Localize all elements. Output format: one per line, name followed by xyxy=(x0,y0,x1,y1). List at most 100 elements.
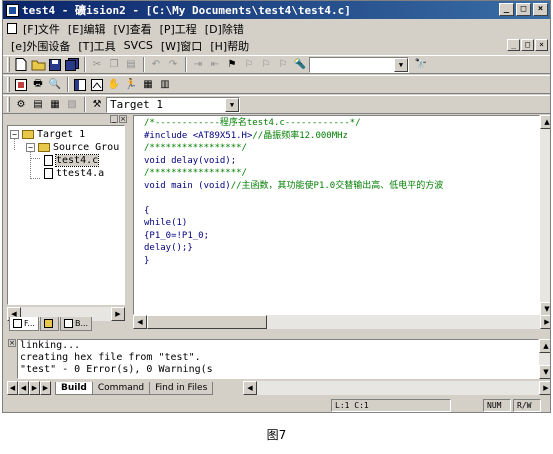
scroll-down-icon[interactable]: ▼ xyxy=(539,365,550,379)
tab-build[interactable]: Build xyxy=(55,381,93,395)
debug-session-icon[interactable] xyxy=(13,77,29,93)
menu-tools[interactable]: [T]工具 xyxy=(74,38,119,54)
unindent-icon[interactable]: ⇤ xyxy=(207,57,223,73)
code-line[interactable]: { xyxy=(144,205,443,218)
menu-edit[interactable]: [E]编辑 xyxy=(64,21,110,37)
code-line[interactable] xyxy=(144,192,443,205)
find-combo[interactable]: ▼ xyxy=(309,56,409,73)
tab-files[interactable]: F... xyxy=(9,317,39,331)
code-line[interactable]: while(1) xyxy=(144,217,443,230)
rebuild-all-icon[interactable]: ▦ xyxy=(47,97,63,113)
scroll-right-icon[interactable]: ▶ xyxy=(540,315,550,329)
tree-item-file[interactable]: ttest4.a xyxy=(44,167,104,180)
stop-build-icon[interactable]: ▧ xyxy=(64,97,80,113)
paste-icon[interactable]: ▤ xyxy=(123,57,139,73)
doc-restore-button[interactable]: □ xyxy=(521,39,534,51)
doc-minimize-button[interactable]: _ xyxy=(507,39,520,51)
cut-icon[interactable]: ✂ xyxy=(89,57,105,73)
tab-next-icon[interactable]: ▶ xyxy=(29,381,40,395)
minimize-button[interactable]: _ xyxy=(499,3,514,16)
doc-close-button[interactable]: × xyxy=(535,39,548,51)
output-window-icon[interactable] xyxy=(89,77,105,93)
menu-peripherals[interactable]: [e]外围设备 xyxy=(7,38,74,54)
close-button[interactable]: × xyxy=(533,3,548,16)
redo-icon[interactable]: ↷ xyxy=(165,57,181,73)
menu-help[interactable]: [H]帮助 xyxy=(206,38,253,54)
scroll-left-icon[interactable]: ◀ xyxy=(243,381,257,395)
bookmark-toggle-icon[interactable]: ⚑ xyxy=(224,57,240,73)
code-editor[interactable]: /*------------程序名test4.c------------*/#i… xyxy=(133,115,540,315)
undo-icon[interactable]: ↶ xyxy=(148,57,164,73)
output-close-button[interactable]: × xyxy=(8,339,16,347)
print-icon[interactable]: 🖶 xyxy=(30,77,46,93)
editor-horizontal-scrollbar[interactable]: ◀ ▶ xyxy=(133,315,550,329)
hand-icon[interactable]: ✋ xyxy=(106,77,122,93)
scroll-left-icon[interactable]: ◀ xyxy=(133,315,147,329)
find-in-files-icon[interactable]: 🔦 xyxy=(292,57,308,73)
file-icon xyxy=(44,155,53,166)
watch-window-icon[interactable]: ▥ xyxy=(157,77,173,93)
menu-debug[interactable]: [D]除错 xyxy=(201,21,248,37)
editor-vertical-scrollbar[interactable]: ▲ ▼ xyxy=(540,115,550,316)
pane-close-button[interactable]: × xyxy=(119,115,127,123)
workspace-icon[interactable] xyxy=(72,77,88,93)
code-line[interactable]: {P1_0=!P1_0; xyxy=(144,230,443,243)
tab-command[interactable]: Command xyxy=(91,381,151,395)
code-line[interactable]: /*****************/ xyxy=(144,142,443,155)
menu-svcs[interactable]: SVCS xyxy=(120,39,157,52)
code-line[interactable]: } xyxy=(144,255,443,268)
menu-file[interactable]: [F]文件 xyxy=(19,21,64,37)
tab-books[interactable]: B... xyxy=(59,317,93,331)
bookmark-prev-icon[interactable]: ⚐ xyxy=(241,57,257,73)
tree-item-source-group[interactable]: − Source Grou xyxy=(26,141,119,154)
target-options-icon[interactable]: ⚒ xyxy=(89,97,105,113)
code-line[interactable]: void main (void)//主函数，其功能使P1.0交替输出高、低电平的… xyxy=(144,180,443,193)
pane-hide-button[interactable]: _ xyxy=(110,115,118,123)
build-output[interactable]: linking... creating hex file from "test".… xyxy=(17,339,539,379)
indent-icon[interactable]: ⇥ xyxy=(190,57,206,73)
output-horizontal-scrollbar[interactable]: ◀ ▶ xyxy=(243,381,550,395)
copy-icon[interactable]: ❐ xyxy=(106,57,122,73)
scroll-right-icon[interactable]: ▶ xyxy=(539,381,550,395)
scroll-right-icon[interactable]: ▶ xyxy=(111,307,125,321)
code-line[interactable]: void delay(void); xyxy=(144,155,443,168)
menu-window[interactable]: [W]窗口 xyxy=(157,38,206,54)
tab-last-icon[interactable]: ▶ xyxy=(40,381,51,395)
scroll-down-icon[interactable]: ▼ xyxy=(540,302,550,316)
translate-icon[interactable]: ⚙ xyxy=(13,97,29,113)
bookmark-next-icon[interactable]: ⚐ xyxy=(258,57,274,73)
scroll-up-icon[interactable]: ▲ xyxy=(540,115,550,129)
document-icon[interactable] xyxy=(7,23,17,34)
open-folder-icon[interactable] xyxy=(30,57,46,73)
maximize-button[interactable]: □ xyxy=(516,3,531,16)
scroll-up-icon[interactable]: ▲ xyxy=(539,339,550,353)
code-line[interactable]: #include <AT89X51.H>//晶振频率12.000MHz xyxy=(144,130,443,143)
code-line[interactable]: delay();} xyxy=(144,242,443,255)
tab-first-icon[interactable]: ◀ xyxy=(7,381,18,395)
binoculars-icon[interactable]: 🔭 xyxy=(413,57,429,73)
output-vertical-scrollbar[interactable]: ▲ ▼ xyxy=(539,339,550,379)
zoom-icon[interactable]: 🔍 xyxy=(47,77,63,93)
tab-regs[interactable] xyxy=(39,317,59,331)
menu-view[interactable]: [V]查看 xyxy=(109,21,155,37)
save-all-icon[interactable] xyxy=(64,57,80,73)
build-target-icon[interactable]: ▤ xyxy=(30,97,46,113)
run-icon[interactable]: 🏃 xyxy=(123,77,139,93)
tree-item-file[interactable]: test4.c xyxy=(44,154,100,167)
save-icon[interactable] xyxy=(47,57,63,73)
target-select[interactable]: Target 1 ▼ xyxy=(106,96,240,113)
bookmark-clear-icon[interactable]: ⚐ xyxy=(275,57,291,73)
menu-project[interactable]: [P]工程 xyxy=(156,21,201,37)
code-line[interactable]: /*****************/ xyxy=(144,167,443,180)
code-line[interactable]: /*------------程序名test4.c------------*/ xyxy=(144,117,443,130)
app-icon[interactable] xyxy=(6,3,19,17)
tab-find-in-files[interactable]: Find in Files xyxy=(149,381,214,395)
memory-window-icon[interactable]: ▦ xyxy=(140,77,156,93)
tab-prev-icon[interactable]: ◀ xyxy=(18,381,29,395)
tree-item-target[interactable]: − Target 1 xyxy=(10,128,85,141)
new-file-icon[interactable] xyxy=(13,57,29,73)
scroll-thumb[interactable] xyxy=(147,315,267,329)
collapse-toggle[interactable]: − xyxy=(10,130,19,139)
collapse-toggle[interactable]: − xyxy=(26,143,35,152)
source-code[interactable]: /*------------程序名test4.c------------*/#i… xyxy=(144,117,443,267)
